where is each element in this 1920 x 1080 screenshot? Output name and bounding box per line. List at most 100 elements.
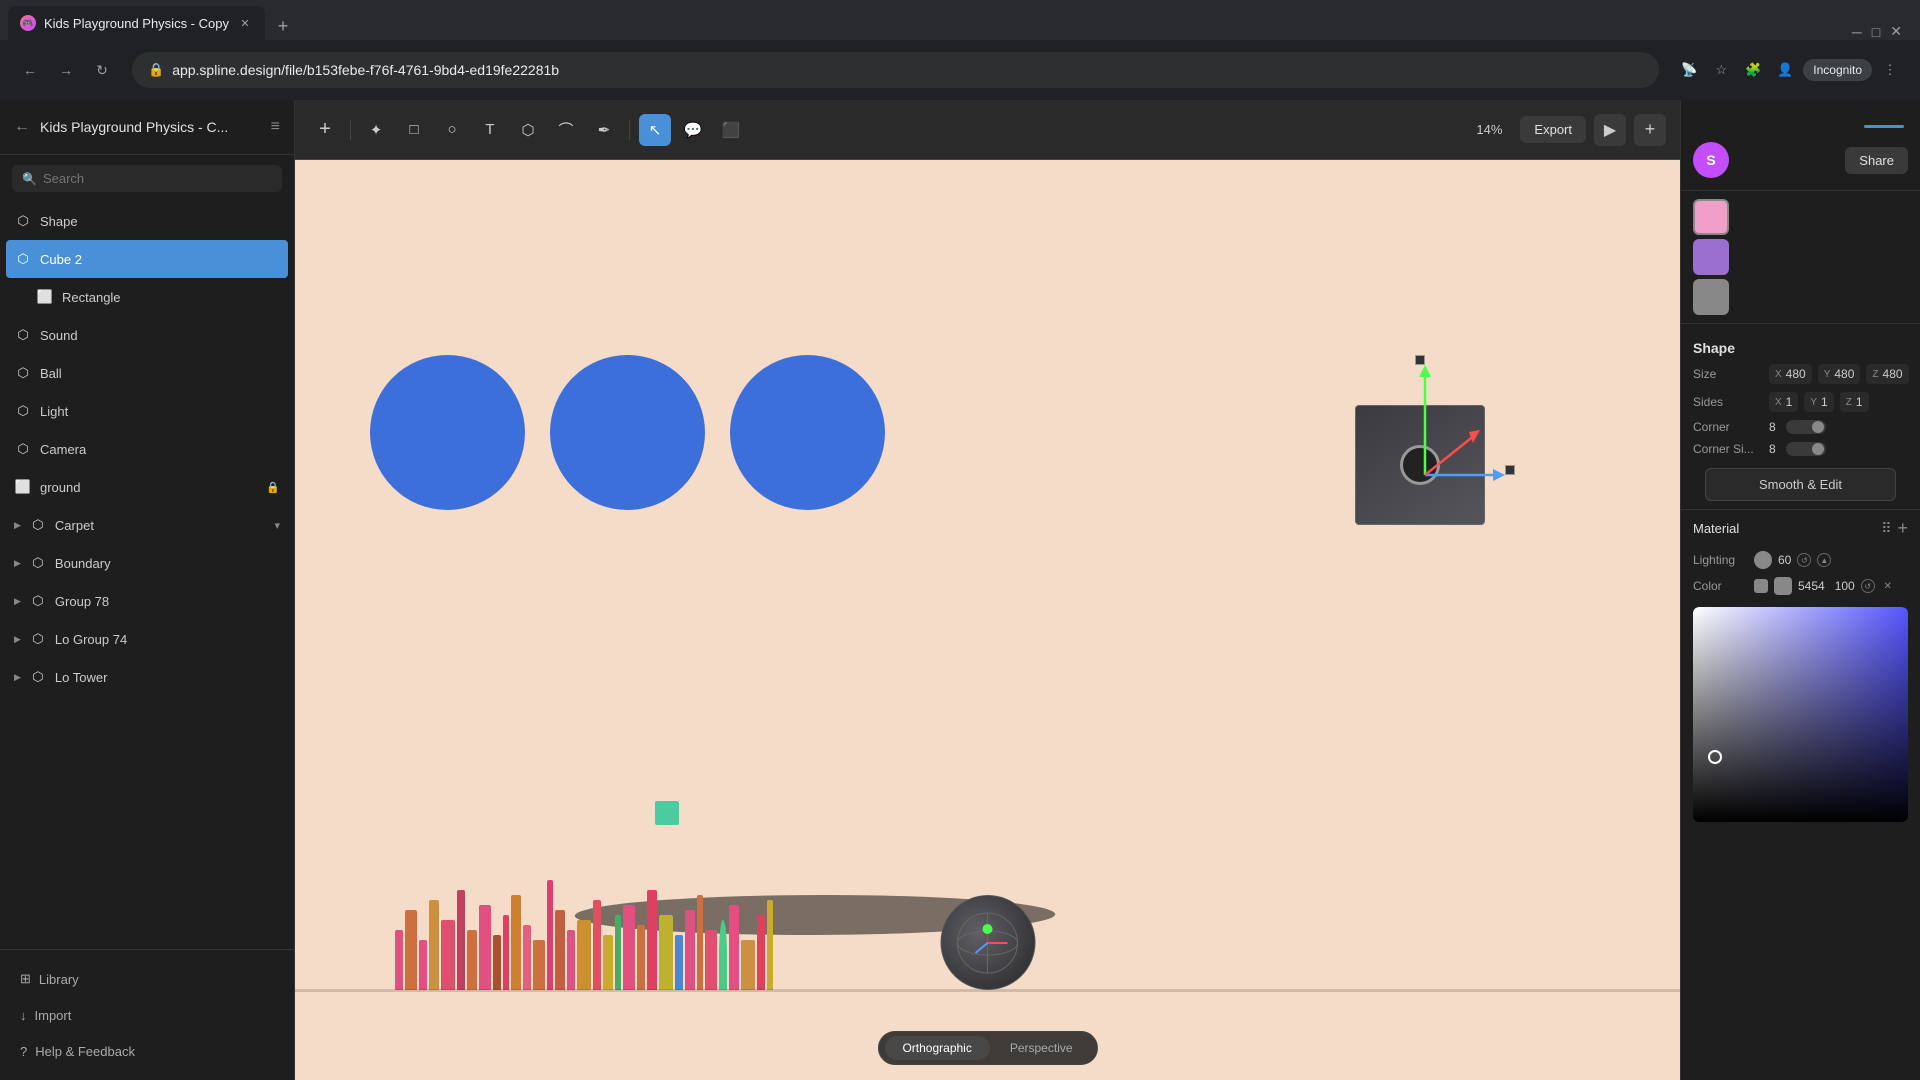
color-swatch-small[interactable] (1774, 577, 1792, 595)
lighting-circle[interactable] (1754, 551, 1772, 569)
cityscape (395, 860, 1680, 990)
sidebar-item-sound[interactable]: ⬡ Sound (0, 316, 294, 354)
tab-close-button[interactable]: ✕ (237, 15, 253, 31)
group78-icon: ⬡ (29, 592, 47, 610)
sidebar-item-carpet[interactable]: ▶ ⬡ Carpet ▾ (0, 506, 294, 544)
add-scene-button[interactable]: + (1634, 114, 1666, 146)
search-box[interactable]: 🔍 (12, 165, 282, 192)
lighting-more-button[interactable]: ▲ (1817, 553, 1831, 567)
screen-tool-button[interactable]: ⬛ (715, 114, 747, 146)
cursor-tool-button[interactable]: ✦ (360, 114, 392, 146)
sides-x-field[interactable]: X 1 (1769, 392, 1798, 412)
sides-label: Sides (1693, 395, 1763, 409)
size-y-field[interactable]: Y 480 (1818, 364, 1861, 384)
cast-icon[interactable]: 📡 (1675, 56, 1703, 84)
search-input[interactable] (43, 171, 272, 186)
lock-icon: 🔒 (266, 481, 280, 494)
window-maximize[interactable]: □ (1872, 24, 1880, 40)
color-gradient-area[interactable] (1693, 607, 1908, 822)
corner-size-slider[interactable] (1786, 442, 1826, 456)
library-icon: ⊞ (20, 971, 31, 987)
material-add-button[interactable]: + (1897, 518, 1908, 539)
forward-button[interactable]: → (52, 56, 80, 84)
help-button[interactable]: ? Help & Feedback (14, 1034, 280, 1068)
play-button[interactable]: ▶ (1594, 114, 1626, 146)
right-panel: S Share Shape Size X 480 (1680, 100, 1920, 1080)
color-close-button[interactable]: ✕ (1881, 579, 1895, 593)
sidebar: ← Kids Playground Physics - C... ≡ 🔍 ⬡ S… (0, 100, 295, 1080)
sidebar-item-group74[interactable]: ▶ ⬡ Lo Group 74 (0, 620, 294, 658)
color-row: Color 5454 100 ↺ ✕ (1681, 573, 1920, 599)
export-button[interactable]: Export (1520, 116, 1586, 143)
window-minimize[interactable]: ─ (1852, 24, 1862, 40)
purple-swatch[interactable] (1693, 239, 1729, 275)
comment-tool-button[interactable]: 💬 (677, 114, 709, 146)
sides-y-field[interactable]: Y 1 (1804, 392, 1833, 412)
gray-swatch[interactable] (1693, 279, 1729, 315)
sidebar-item-cube2[interactable]: ⬡ Cube 2 (6, 240, 288, 278)
corner-label: Corner (1693, 420, 1763, 434)
sidebar-item-boundary[interactable]: ▶ ⬡ Boundary (0, 544, 294, 582)
canvas-area[interactable]: Orthographic Perspective (295, 160, 1680, 1080)
boundary-expand-arrow[interactable]: ▶ (14, 558, 21, 569)
material-section: Material ⠿ + Lighting 60 ↺ ▲ Color (1681, 509, 1920, 599)
lighting-reset-button[interactable]: ↺ (1797, 553, 1811, 567)
sidebar-item-light[interactable]: ⬡ Light (0, 392, 294, 430)
sidebar-menu-button[interactable]: ≡ (271, 118, 280, 136)
sidebar-item-ball-label: Ball (40, 366, 280, 381)
pink-swatch[interactable] (1693, 199, 1729, 235)
sidebar-back-button[interactable]: ← (14, 118, 30, 136)
pen-tool-button[interactable]: ✒ (588, 114, 620, 146)
profile-icon[interactable]: 👤 (1771, 56, 1799, 84)
text-tool-button[interactable]: T (474, 114, 506, 146)
new-tab-button[interactable]: + (269, 12, 297, 40)
select-tool-button[interactable]: ↖ (639, 114, 671, 146)
sidebar-item-shape[interactable]: ⬡ Shape (0, 202, 294, 240)
size-x-value: 480 (1786, 367, 1806, 381)
library-button[interactable]: ⊞ Library (14, 962, 280, 996)
rect-tool-button[interactable]: □ (398, 114, 430, 146)
color-cursor[interactable] (1708, 750, 1722, 764)
sides-z-field[interactable]: Z 1 (1840, 392, 1869, 412)
extension-icon[interactable]: 🧩 (1739, 56, 1767, 84)
size-z-field[interactable]: Z 480 (1866, 364, 1908, 384)
sidebar-item-rectangle[interactable]: ⬜ Rectangle (0, 278, 294, 316)
path-tool-button[interactable]: ⌒ (550, 114, 582, 146)
sidebar-item-tower[interactable]: ▶ ⬡ Lo Tower (0, 658, 294, 696)
sidebar-item-camera[interactable]: ⬡ Camera (0, 430, 294, 468)
group74-expand-arrow[interactable]: ▶ (14, 634, 21, 645)
group78-expand-arrow[interactable]: ▶ (14, 596, 21, 607)
color-reset-button[interactable]: ↺ (1861, 579, 1875, 593)
window-close[interactable]: ✕ (1890, 23, 1902, 40)
more-menu-button[interactable]: ⋮ (1876, 56, 1904, 84)
address-bar[interactable]: 🔒 app.spline.design/file/b153febe-f76f-4… (132, 52, 1659, 88)
bookmark-icon[interactable]: ☆ (1707, 56, 1735, 84)
size-x-field[interactable]: X 480 (1769, 364, 1812, 384)
carpet-collapse-arrow[interactable]: ▾ (274, 519, 280, 532)
perspective-button[interactable]: Perspective (992, 1036, 1091, 1060)
corner-slider[interactable] (1786, 420, 1826, 434)
share-button[interactable]: Share (1845, 147, 1908, 174)
material-settings-icon[interactable]: ⠿ (1881, 520, 1891, 537)
back-button[interactable]: ← (16, 56, 44, 84)
view-navigation-widget[interactable] (940, 895, 1035, 990)
sidebar-item-ground-label: ground (40, 480, 258, 495)
tower-expand-arrow[interactable]: ▶ (14, 672, 21, 683)
shape3d-tool-button[interactable]: ⬡ (512, 114, 544, 146)
user-row: S Share (1693, 142, 1908, 178)
orthographic-button[interactable]: Orthographic (884, 1036, 989, 1060)
circle-tool-button[interactable]: ○ (436, 114, 468, 146)
panel-user-area: S Share (1681, 100, 1920, 191)
sidebar-item-group78[interactable]: ▶ ⬡ Group 78 (0, 582, 294, 620)
carpet-expand-arrow[interactable]: ▶ (14, 520, 21, 531)
smooth-edit-button[interactable]: Smooth & Edit (1705, 468, 1896, 501)
add-object-button[interactable]: + (309, 114, 341, 146)
refresh-button[interactable]: ↻ (88, 56, 116, 84)
help-icon: ? (20, 1044, 27, 1059)
sidebar-item-tower-label: Lo Tower (55, 670, 280, 685)
active-tab[interactable]: 🎮 Kids Playground Physics - Copy ✕ (8, 6, 265, 40)
sidebar-item-ground[interactable]: ⬜ ground 🔒 (0, 468, 294, 506)
color-dropdown-arrow[interactable] (1754, 579, 1768, 593)
sidebar-item-ball[interactable]: ⬡ Ball (0, 354, 294, 392)
import-button[interactable]: ↓ Import (14, 998, 280, 1032)
